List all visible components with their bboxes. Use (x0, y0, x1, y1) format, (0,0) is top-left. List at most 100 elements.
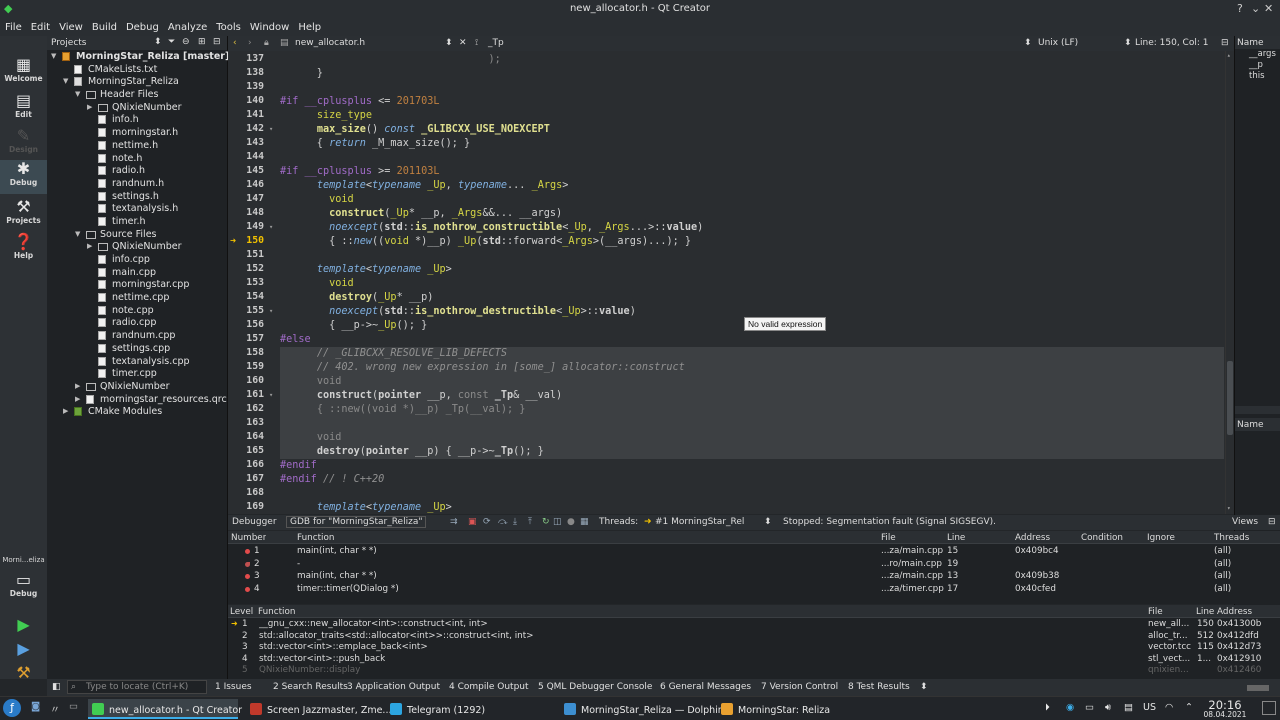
code-line[interactable]: { ::new((void *)__p) _Tp(__val); } (280, 403, 1224, 417)
tree-item[interactable]: info.cpp (47, 254, 227, 267)
line-number-gutter[interactable]: 137 138 139 140 141 142 ▾ 143 144 145 146 147 148 149… (228, 51, 278, 514)
column-header[interactable]: Function (258, 607, 295, 617)
interrupt-icon[interactable]: ⟳ (483, 517, 491, 527)
expanded-arrow-icon[interactable]: ▼ (63, 77, 68, 85)
collapsed-arrow-icon[interactable]: ▶ (87, 103, 92, 111)
code-line[interactable]: void (280, 193, 1224, 207)
line-number[interactable]: 161 (228, 389, 264, 403)
column-header[interactable]: Threads (1214, 533, 1249, 543)
minimize-icon[interactable]: ⌄ (1251, 2, 1260, 15)
locator-input[interactable]: ⌕ Type to locate (Ctrl+K) (67, 680, 207, 694)
line-number[interactable]: 147 (228, 193, 264, 207)
line-number[interactable]: 141 (228, 109, 264, 123)
tree-item[interactable]: main.cpp (47, 267, 227, 280)
pane-issues[interactable]: 1 Issues (215, 682, 252, 692)
mode-debug[interactable]: ✱ Debug (0, 160, 47, 194)
close-pane-icon[interactable]: ⊟ (213, 37, 221, 47)
tree-item[interactable]: nettime.h (47, 140, 227, 153)
stack-frame-row[interactable]: 5 QNixieNumber::display qnixien... 0x412460 (228, 665, 1280, 676)
tree-item[interactable]: ▶ QNixieNumber (47, 241, 227, 254)
tree-item[interactable]: radio.h (47, 165, 227, 178)
code-line[interactable]: max_size() const _GLIBCXX_USE_NOEXCEPT (280, 123, 1224, 137)
code-line[interactable]: { return _M_max_size(); } (280, 137, 1224, 151)
tree-item[interactable]: ▼ MorningStar_Reliza [master] (47, 51, 229, 64)
line-number[interactable]: 166 (228, 459, 264, 473)
line-number[interactable]: 158 (228, 347, 264, 361)
tree-item[interactable]: settings.cpp (47, 343, 227, 356)
tree-item[interactable]: timer.cpp (47, 368, 227, 381)
line-number[interactable]: 156 (228, 319, 264, 333)
chevron-down-icon[interactable]: ⬍ (445, 38, 453, 48)
line-number[interactable]: 159 (228, 361, 264, 375)
engine-combo[interactable]: GDB for "MorningStar_Reliza" (286, 516, 427, 528)
tree-item[interactable]: ▼ Source Files (47, 229, 227, 242)
column-header[interactable]: Number (231, 533, 266, 543)
collapsed-arrow-icon[interactable]: ▶ (87, 242, 92, 250)
breakpoint-row[interactable]: 3 main(int, char * *) ...za/main.cpp 13 0x40… (228, 570, 1280, 582)
symbol-combo[interactable]: _Tp (488, 38, 504, 48)
line-number[interactable]: 138 (228, 67, 264, 81)
scroll-down-icon[interactable]: ▾ (1227, 505, 1233, 513)
expanded-arrow-icon[interactable]: ▼ (75, 230, 80, 238)
local-variable[interactable]: __args (1249, 49, 1280, 60)
column-header[interactable]: Condition (1081, 533, 1123, 543)
code-line[interactable]: #endif // ! C++20 (280, 473, 1224, 487)
editor-scrollbar[interactable]: ▴ ▾ (1225, 51, 1234, 514)
mode-help[interactable]: ❓ Help (0, 233, 47, 265)
fold-marker-icon[interactable]: ▾ (269, 125, 273, 133)
line-number[interactable]: 151 (228, 249, 264, 263)
line-number[interactable]: 164 (228, 431, 264, 445)
mode-welcome[interactable]: ▦ Welcome (0, 56, 47, 88)
tree-item[interactable]: settings.h (47, 191, 227, 204)
collapsed-arrow-icon[interactable]: ▶ (75, 382, 80, 390)
stack-frame-row[interactable]: 3 std::vector<int>::emplace_back<int> vect… (228, 642, 1280, 653)
column-header[interactable]: Line (947, 533, 965, 543)
cursor-position[interactable]: Line: 150, Col: 1 (1135, 38, 1208, 48)
tree-item[interactable]: morningstar.h (47, 127, 227, 140)
fold-marker-icon[interactable]: ▾ (269, 223, 273, 231)
back-icon[interactable]: ‹ (233, 38, 237, 48)
menu-window[interactable]: Window (245, 19, 293, 33)
app-launcher-icon[interactable]: ƒ (3, 699, 21, 717)
line-ending-combo[interactable]: Unix (LF) (1038, 38, 1078, 48)
breakpoint-row[interactable]: 2 - ...ro/main.cpp 19 (all) (228, 558, 1280, 570)
menu-analyze[interactable]: Analyze (163, 19, 211, 33)
line-number[interactable]: 148 (228, 207, 264, 221)
code-line[interactable]: void (280, 431, 1224, 445)
views-menu[interactable]: Views (1232, 517, 1258, 527)
code-line[interactable]: construct(_Up* __p, _Args&&... __args) (280, 207, 1224, 221)
tree-item[interactable]: ▼ Header Files (47, 89, 227, 102)
line-number[interactable]: 154 (228, 291, 264, 305)
tree-item[interactable]: note.h (47, 153, 227, 166)
projects-title[interactable]: Projects (51, 38, 86, 48)
tree-item[interactable]: ▶ QNixieNumber (47, 381, 227, 394)
breakpoint-row[interactable]: 4 timer::timer(QDialog *) ...za/timer.cpp 1… (228, 583, 1280, 595)
menu-help[interactable]: Help (293, 19, 325, 33)
pane-qml-debugger-console[interactable]: 5 QML Debugger Console (538, 682, 652, 692)
filter-icon[interactable]: ⏷ (168, 37, 175, 47)
line-number[interactable]: 146 (228, 179, 264, 193)
pane-search-results[interactable]: 2 Search Results (273, 682, 348, 692)
column-header[interactable]: Level (230, 607, 253, 617)
taskbar-task[interactable]: new_allocator.h - Qt Creator (88, 699, 242, 719)
column-header[interactable]: File (1148, 607, 1163, 617)
code-line[interactable] (280, 151, 1224, 165)
code-line[interactable]: void (280, 277, 1224, 291)
line-number[interactable]: 144 (228, 151, 264, 165)
line-number[interactable]: 152 (228, 263, 264, 277)
pane-test-results[interactable]: 8 Test Results (848, 682, 910, 692)
tree-item[interactable]: textanalysis.h (47, 203, 227, 216)
code-line[interactable] (280, 417, 1224, 431)
tree-item[interactable]: ▶ CMake Modules (47, 406, 227, 419)
column-header[interactable]: File (881, 533, 896, 543)
discord-icon[interactable]: ◙ (31, 701, 40, 712)
code-line[interactable] (280, 81, 1224, 95)
expressions-header[interactable]: Name (1235, 418, 1280, 431)
debug-run-button[interactable]: ▶ (0, 640, 47, 662)
code-line[interactable]: ); (280, 53, 1224, 67)
line-number[interactable]: 168 (228, 487, 264, 501)
code-line[interactable]: template<typename _Up> (280, 263, 1224, 277)
code-line[interactable]: #if __cplusplus <= 201703L (280, 95, 1224, 109)
mode-projects[interactable]: ⚒ Projects (0, 198, 47, 230)
column-header[interactable]: Address (1217, 607, 1252, 617)
